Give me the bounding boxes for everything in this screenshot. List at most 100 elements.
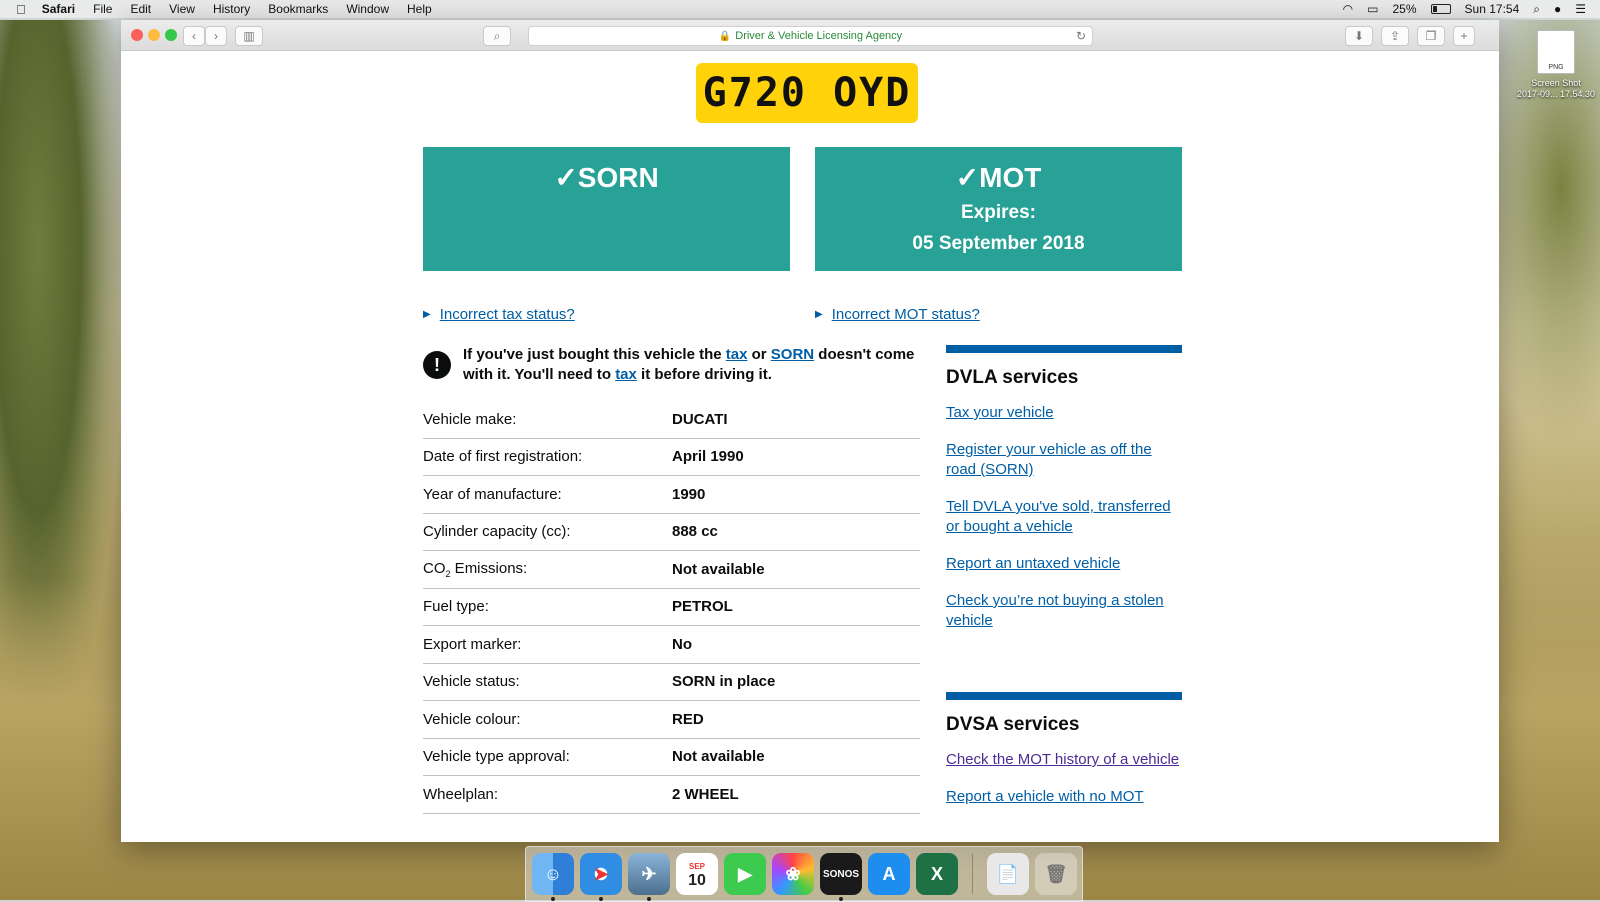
- finder-icon[interactable]: ☺: [532, 853, 574, 901]
- airplay-icon[interactable]: ▭: [1367, 2, 1378, 16]
- dvla-services-box: DVLA services Tax your vehicle Register …: [946, 345, 1182, 648]
- siri-icon[interactable]: ●: [1554, 2, 1561, 16]
- tax-status-title: ✓SORN: [554, 162, 659, 193]
- table-row: Cylinder capacity (cc): 888 cc: [423, 514, 920, 551]
- warning-icon: !: [423, 351, 451, 379]
- incorrect-tax-disclosure[interactable]: ▶ Incorrect tax status?: [423, 306, 575, 323]
- menu-help[interactable]: Help: [407, 2, 432, 16]
- apple-menu-icon[interactable]: : [16, 2, 26, 17]
- sorn-register-link[interactable]: Register your vehicle as off the road (S…: [946, 440, 1182, 480]
- menu-bookmarks[interactable]: Bookmarks: [268, 2, 328, 16]
- detail-value: RED: [672, 710, 704, 728]
- close-window-button[interactable]: [131, 29, 143, 41]
- table-row: Year of manufacture: 1990: [423, 476, 920, 514]
- triangle-right-icon: ▶: [423, 309, 431, 320]
- lock-icon: 🔒: [718, 30, 732, 42]
- vehicle-details-table: Vehicle make: DUCATI Date of first regist…: [423, 401, 920, 814]
- mot-expires-label: Expires:: [961, 202, 1036, 223]
- calendar-icon[interactable]: SEP 10: [676, 853, 718, 895]
- incorrect-mot-link[interactable]: Incorrect MOT status?: [832, 306, 980, 323]
- facetime-icon[interactable]: ▶: [724, 853, 766, 895]
- clock[interactable]: Sun 17:54: [1465, 2, 1520, 16]
- detail-label: Date of first registration:: [423, 448, 583, 466]
- section-rule: [946, 345, 1182, 353]
- warning-tax-link[interactable]: tax: [726, 346, 748, 363]
- table-row: Vehicle make: DUCATI: [423, 401, 920, 439]
- battery-icon[interactable]: [1430, 4, 1451, 14]
- excel-icon[interactable]: X: [916, 853, 958, 895]
- sold-transferred-link[interactable]: Tell DVLA you've sold, transferred or bo…: [946, 497, 1182, 537]
- mot-expires-date: 05 September 2018: [912, 233, 1085, 254]
- incorrect-tax-link[interactable]: Incorrect tax status?: [440, 306, 575, 323]
- desktop-file-screenshot[interactable]: PNG Screen Shot 2017-09... 17.54.30: [1506, 30, 1600, 100]
- png-file-icon: PNG: [1537, 30, 1575, 74]
- share-button[interactable]: ⇪: [1381, 26, 1409, 46]
- detail-value: PETROL: [672, 598, 733, 616]
- spotlight-icon[interactable]: ⌕: [1533, 2, 1540, 17]
- notification-center-icon[interactable]: ☰: [1575, 2, 1586, 16]
- photos-icon[interactable]: ❀: [772, 853, 814, 895]
- table-row: CO2 Emissions: Not available: [423, 551, 920, 589]
- safari-icon[interactable]: ➤: [580, 853, 622, 901]
- table-row: Vehicle colour: RED: [423, 701, 920, 739]
- warning-sorn-link[interactable]: SORN: [771, 346, 814, 363]
- menu-history[interactable]: History: [213, 2, 250, 16]
- dvla-services-title: DVLA services: [946, 367, 1079, 388]
- report-untaxed-link[interactable]: Report an untaxed vehicle: [946, 554, 1182, 574]
- tabs-overview-button[interactable]: ❐: [1417, 26, 1445, 46]
- dock: ☺ ➤ ✈ SEP 10 ▶ ❀ SONOS A X 📄 🗑: [525, 846, 1083, 902]
- back-button[interactable]: ‹: [183, 26, 205, 46]
- address-bar[interactable]: 🔒 Driver & Vehicle Licensing Agency ↻: [528, 26, 1093, 46]
- fullscreen-window-button[interactable]: [165, 29, 177, 41]
- sidebar-button[interactable]: ▥: [235, 26, 263, 46]
- warning-tax-link-2[interactable]: tax: [615, 366, 637, 383]
- search-button[interactable]: ⌕: [483, 26, 511, 46]
- menu-view[interactable]: View: [169, 2, 195, 16]
- detail-value: No: [672, 635, 692, 653]
- detail-label: Cylinder capacity (cc):: [423, 523, 571, 541]
- menu-bar:  Safari File Edit View History Bookmark…: [0, 0, 1600, 18]
- table-row: Fuel type: PETROL: [423, 589, 920, 626]
- battery-percent[interactable]: 25%: [1393, 2, 1417, 16]
- download-icon: ⬇: [1353, 29, 1365, 43]
- table-row: Vehicle type approval: Not available: [423, 739, 920, 776]
- address-text: Driver & Vehicle Licensing Agency: [735, 30, 903, 42]
- documents-folder-icon[interactable]: 📄: [987, 853, 1029, 895]
- tabs-icon: ❐: [1425, 29, 1437, 43]
- triangle-right-icon: ▶: [815, 309, 823, 320]
- minimize-window-button[interactable]: [148, 29, 160, 41]
- incorrect-mot-disclosure[interactable]: ▶ Incorrect MOT status?: [815, 306, 980, 323]
- trash-icon[interactable]: 🗑: [1035, 853, 1077, 895]
- sidebar-icon: ▥: [243, 29, 255, 43]
- menu-edit[interactable]: Edit: [130, 2, 151, 16]
- chevron-left-icon: ‹: [192, 29, 196, 43]
- share-icon: ⇪: [1389, 29, 1401, 43]
- detail-value: SORN in place: [672, 673, 776, 691]
- menu-file[interactable]: File: [93, 2, 112, 16]
- detail-label: Wheelplan:: [423, 785, 499, 803]
- forward-button[interactable]: ›: [205, 26, 227, 46]
- reload-icon[interactable]: ↻: [1076, 29, 1086, 43]
- sonos-icon[interactable]: SONOS: [820, 853, 862, 901]
- table-row: Export marker: No: [423, 626, 920, 664]
- detail-label: Vehicle make:: [423, 410, 517, 428]
- photo-app-icon[interactable]: ✈: [628, 853, 670, 901]
- report-no-mot-link[interactable]: Report a vehicle with no MOT: [946, 787, 1182, 807]
- detail-value: 2 WHEEL: [672, 785, 739, 803]
- new-tab-button[interactable]: +: [1453, 26, 1475, 46]
- downloads-button[interactable]: ⬇: [1345, 26, 1373, 46]
- detail-value: DUCATI: [672, 410, 728, 428]
- detail-value: Not available: [672, 748, 765, 766]
- wifi-icon[interactable]: ◠: [1343, 2, 1353, 16]
- detail-label: Vehicle status:: [423, 673, 520, 691]
- app-store-icon[interactable]: A: [868, 853, 910, 895]
- tax-vehicle-link[interactable]: Tax your vehicle: [946, 403, 1182, 423]
- check-stolen-link[interactable]: Check you’re not buying a stolen vehicle: [946, 591, 1182, 631]
- safari-window: ‹ › ▥ ⌕ 🔒 Driver & Vehicle Licensing Age…: [121, 20, 1499, 842]
- web-page: G720 OYD ✓SORN ✓MOT Expires: 05 Septembe…: [121, 51, 1499, 842]
- warning-notice: ! If you've just bought this vehicle the…: [423, 345, 923, 385]
- menu-app-name[interactable]: Safari: [42, 2, 75, 16]
- menu-window[interactable]: Window: [346, 2, 389, 16]
- desktop-file-name: Screen Shot: [1531, 78, 1581, 88]
- mot-history-link[interactable]: Check the MOT history of a vehicle: [946, 750, 1182, 770]
